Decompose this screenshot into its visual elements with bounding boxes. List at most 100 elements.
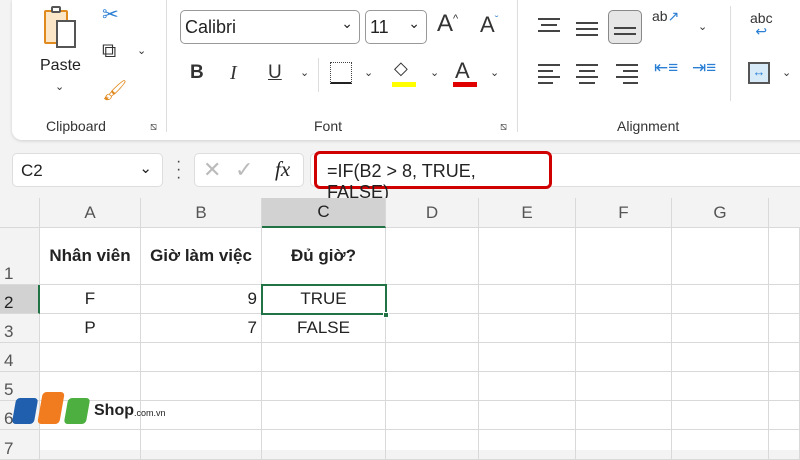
cell-H6[interactable] (769, 401, 800, 430)
cell-E7[interactable] (479, 430, 576, 460)
column-header-A[interactable]: A (40, 198, 141, 228)
row-header-3[interactable]: 3 (0, 314, 40, 343)
wrap-text-button[interactable]: abc ↩ (750, 11, 773, 38)
cut-icon[interactable]: ✂ (102, 2, 119, 27)
row-header-4[interactable]: 4 (0, 343, 40, 372)
cell-C3[interactable]: FALSE (262, 314, 386, 343)
font-size-select[interactable]: 11 ⌄ (365, 10, 427, 44)
cell-G4[interactable] (672, 343, 769, 372)
underline-dropdown-chevron-icon[interactable]: ⌄ (300, 66, 309, 79)
cell-E6[interactable] (479, 401, 576, 430)
cell-B5[interactable] (141, 372, 262, 401)
cell-F1[interactable] (576, 228, 672, 285)
merge-dropdown-chevron-icon[interactable]: ⌄ (782, 66, 791, 79)
cell-C4[interactable] (262, 343, 386, 372)
cell-F3[interactable] (576, 314, 672, 343)
increase-indent-icon[interactable]: ⇥≡ (692, 58, 716, 78)
italic-button[interactable]: I (230, 62, 237, 85)
cell-F4[interactable] (576, 343, 672, 372)
cell-E2[interactable] (479, 285, 576, 314)
insert-function-button[interactable]: fx (275, 157, 290, 182)
row-header-2[interactable]: 2 (0, 285, 40, 314)
bold-button[interactable]: B (190, 62, 204, 84)
row-header-5[interactable]: 5 (0, 372, 40, 401)
column-header-G[interactable]: G (672, 198, 769, 228)
cell-G3[interactable] (672, 314, 769, 343)
cell-H4[interactable] (769, 343, 800, 372)
orientation-dropdown-chevron-icon[interactable]: ⌄ (698, 20, 707, 33)
row-header-7[interactable]: 7 (0, 430, 40, 460)
cell-G2[interactable] (672, 285, 769, 314)
cell-G1[interactable] (672, 228, 769, 285)
cell-A7[interactable] (40, 430, 141, 460)
decrease-font-size-button[interactable]: Aˇ (480, 12, 498, 38)
increase-font-size-button[interactable]: A^ (437, 10, 458, 38)
column-header-H[interactable] (769, 198, 800, 228)
cell-H5[interactable] (769, 372, 800, 401)
cell-D2[interactable] (386, 285, 479, 314)
cell-D7[interactable] (386, 430, 479, 460)
middle-align-button[interactable] (576, 18, 598, 40)
cell-E1[interactable] (479, 228, 576, 285)
column-header-B[interactable]: B (141, 198, 262, 228)
column-header-E[interactable]: E (479, 198, 576, 228)
cell-D3[interactable] (386, 314, 479, 343)
fill-color-icon[interactable]: ◇ (394, 58, 408, 79)
borders-icon[interactable] (330, 62, 352, 84)
cell-E5[interactable] (479, 372, 576, 401)
cell-G7[interactable] (672, 430, 769, 460)
cell-F2[interactable] (576, 285, 672, 314)
column-header-F[interactable]: F (576, 198, 672, 228)
fill-color-dropdown-chevron-icon[interactable]: ⌄ (430, 66, 439, 79)
cell-H2[interactable] (769, 285, 800, 314)
cell-A3[interactable]: P (40, 314, 141, 343)
font-name-select[interactable]: Calibri ⌄ (180, 10, 360, 44)
cell-E3[interactable] (479, 314, 576, 343)
cell-H1[interactable] (769, 228, 800, 285)
cancel-icon[interactable]: ✕ (203, 157, 221, 183)
cell-D4[interactable] (386, 343, 479, 372)
align-left-button[interactable] (538, 60, 560, 88)
top-align-button[interactable] (538, 14, 560, 36)
font-color-button[interactable]: A (455, 58, 470, 84)
paste-icon[interactable] (44, 6, 84, 50)
formula-bar-grip-icon[interactable]: · · · (176, 154, 181, 186)
cell-B1[interactable]: Giờ làm việc (141, 228, 262, 285)
cell-H3[interactable] (769, 314, 800, 343)
name-box[interactable]: C2 ⌄ (12, 153, 163, 187)
font-dialog-launcher-icon[interactable]: ⧅ (500, 121, 507, 134)
cell-D5[interactable] (386, 372, 479, 401)
cell-G5[interactable] (672, 372, 769, 401)
copy-dropdown-chevron-icon[interactable]: ⌄ (137, 44, 146, 57)
underline-button[interactable]: U (268, 62, 282, 84)
cell-A4[interactable] (40, 343, 141, 372)
cell-D1[interactable] (386, 228, 479, 285)
cell-A1[interactable]: Nhân viên (40, 228, 141, 285)
row-header-1[interactable]: 1 (0, 228, 40, 285)
cell-C5[interactable] (262, 372, 386, 401)
cell-B2[interactable]: 9 (141, 285, 262, 314)
select-all-button[interactable] (0, 198, 40, 228)
cell-F6[interactable] (576, 401, 672, 430)
cell-F5[interactable] (576, 372, 672, 401)
formula-input[interactable]: =IF(B2 > 8, TRUE, FALSE) (314, 151, 552, 202)
copy-icon[interactable]: ⧉ (102, 40, 116, 63)
format-painter-icon[interactable]: 🖌 (102, 78, 127, 103)
cell-B7[interactable] (141, 430, 262, 460)
decrease-indent-icon[interactable]: ⇤≡ (654, 58, 678, 78)
align-center-button[interactable] (576, 60, 598, 88)
cell-C1[interactable]: Đủ giờ? (262, 228, 386, 285)
font-color-dropdown-chevron-icon[interactable]: ⌄ (490, 66, 499, 79)
fill-handle[interactable] (383, 312, 389, 318)
align-right-button[interactable] (616, 60, 638, 88)
cell-A2[interactable]: F (40, 285, 141, 314)
clipboard-dialog-launcher-icon[interactable]: ⧅ (150, 121, 157, 134)
cell-C7[interactable] (262, 430, 386, 460)
cell-E4[interactable] (479, 343, 576, 372)
borders-dropdown-chevron-icon[interactable]: ⌄ (364, 66, 373, 79)
cell-B3[interactable]: 7 (141, 314, 262, 343)
cell-C6[interactable] (262, 401, 386, 430)
bottom-align-button[interactable] (608, 10, 642, 44)
cell-H7[interactable] (769, 430, 800, 460)
cell-D6[interactable] (386, 401, 479, 430)
